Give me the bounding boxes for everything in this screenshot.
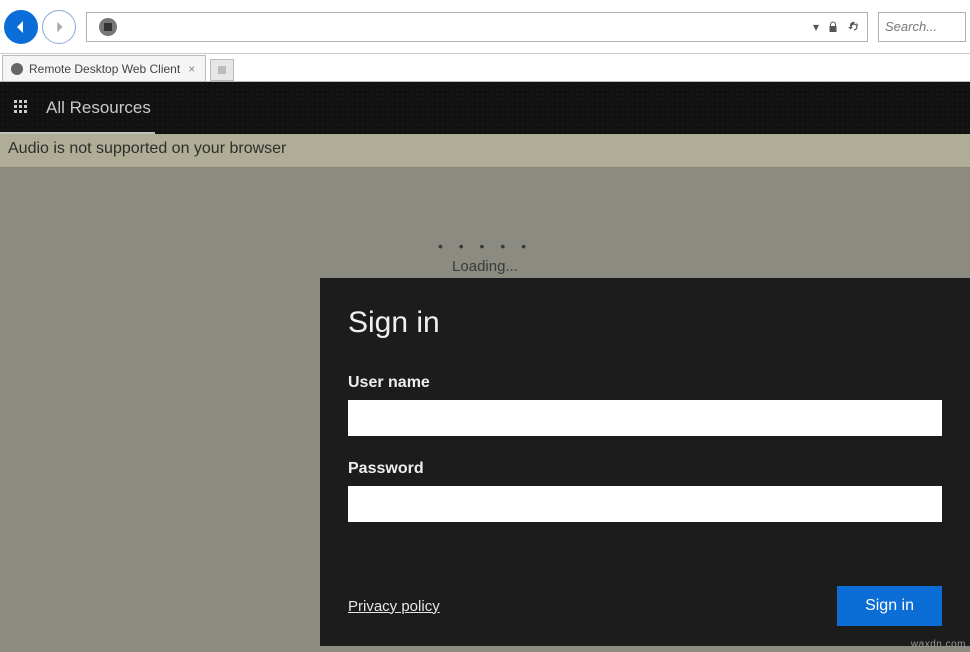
stop-reload-icon[interactable]	[99, 18, 117, 36]
tab-active-indicator	[0, 132, 155, 134]
signin-title: Sign in	[348, 306, 942, 340]
dialog-footer: Privacy policy Sign in	[348, 586, 942, 626]
watermark-text: waxdn.com	[911, 639, 966, 650]
loading-dots-icon: • • • • •	[438, 238, 532, 254]
refresh-icon[interactable]	[847, 20, 861, 34]
signin-dialog: Sign in User name Password Privacy polic…	[320, 278, 970, 646]
dropdown-caret-icon[interactable]: ▾	[813, 20, 819, 34]
search-placeholder: Search...	[885, 19, 937, 34]
warning-text: Audio is not supported on your browser	[8, 140, 286, 157]
browser-tabs: Remote Desktop Web Client ×	[0, 54, 970, 82]
audio-warning-bar: Audio is not supported on your browser	[0, 134, 970, 168]
arrow-left-icon	[13, 19, 29, 35]
tab-close-button[interactable]: ×	[186, 62, 197, 76]
search-box[interactable]: Search...	[878, 12, 966, 42]
password-label: Password	[348, 460, 942, 478]
signin-button[interactable]: Sign in	[837, 586, 942, 626]
forward-button[interactable]	[42, 10, 76, 44]
arrow-right-icon	[52, 20, 66, 34]
address-bar[interactable]: ▾	[86, 12, 868, 42]
browser-nav-bar: ▾ Search...	[0, 0, 970, 54]
loading-indicator: • • • • • Loading...	[438, 238, 532, 275]
apps-grid-icon[interactable]	[14, 100, 30, 116]
lock-icon	[827, 21, 839, 33]
privacy-policy-link[interactable]: Privacy policy	[348, 598, 440, 615]
app-toolbar: All Resources	[0, 82, 970, 134]
back-button[interactable]	[4, 10, 38, 44]
address-bar-right: ▾	[813, 20, 861, 34]
password-input[interactable]	[348, 486, 942, 522]
username-input[interactable]	[348, 400, 942, 436]
all-resources-label[interactable]: All Resources	[46, 98, 151, 118]
username-label: User name	[348, 374, 942, 392]
tab-title: Remote Desktop Web Client	[29, 62, 180, 76]
favicon-icon	[11, 63, 23, 75]
content-area: • • • • • Loading... Sign in User name P…	[0, 168, 970, 652]
new-tab-button[interactable]	[210, 59, 234, 81]
browser-tab-rdweb[interactable]: Remote Desktop Web Client ×	[2, 55, 206, 81]
loading-text: Loading...	[438, 258, 532, 275]
